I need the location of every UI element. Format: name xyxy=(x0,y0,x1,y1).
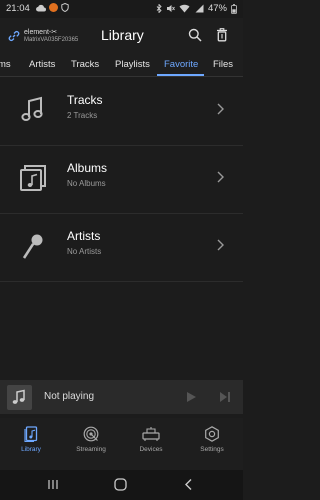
nav-label: Library xyxy=(21,446,41,453)
back-icon[interactable] xyxy=(184,478,193,491)
music-note-icon xyxy=(21,96,43,121)
library-icon xyxy=(24,426,38,442)
library-tabs: ms Artists Tracks Playlists Favorite Fil… xyxy=(0,54,243,77)
nav-devices[interactable]: Devices xyxy=(121,426,181,453)
app-notification-icon xyxy=(49,3,58,12)
nav-library[interactable]: Library xyxy=(1,426,61,453)
nav-label: Devices xyxy=(139,446,163,453)
active-tab-indicator xyxy=(157,74,204,76)
battery-icon xyxy=(231,3,237,14)
play-icon[interactable] xyxy=(186,391,197,403)
cloud-icon xyxy=(36,4,46,12)
app-header: element-✂ MatrixVA035F20365 Library xyxy=(0,18,243,54)
battery-percent: 47% xyxy=(207,3,227,14)
player-status: Not playing xyxy=(44,391,95,402)
device-name[interactable]: element-✂ xyxy=(24,28,57,36)
nav-label: Streaming xyxy=(76,446,106,453)
microphone-icon xyxy=(22,234,43,259)
chevron-right-icon xyxy=(217,171,224,183)
signal-icon xyxy=(195,4,204,13)
nav-label: Settings xyxy=(200,446,224,453)
tab-tracks[interactable]: Tracks xyxy=(71,59,99,70)
status-right: 47% xyxy=(156,3,237,14)
item-subtitle: 2 Tracks xyxy=(67,111,98,120)
album-icon xyxy=(20,165,46,191)
next-icon[interactable] xyxy=(219,391,231,403)
page-title: Library xyxy=(101,27,144,43)
tab-favorite[interactable]: Favorite xyxy=(164,59,198,70)
mini-player[interactable]: Not playing xyxy=(0,380,243,414)
item-title: Albums xyxy=(67,161,108,175)
item-title: Tracks xyxy=(67,93,103,107)
item-title: Artists xyxy=(67,229,101,243)
nav-streaming[interactable]: Streaming xyxy=(61,426,121,453)
bottom-navigation: Library Streaming Devices Settings xyxy=(0,418,243,470)
devices-icon xyxy=(142,427,160,441)
shield-icon xyxy=(61,3,69,12)
tab-albums[interactable]: ms xyxy=(0,59,11,70)
list-item-tracks[interactable]: Tracks 2 Tracks xyxy=(0,77,243,146)
chevron-right-icon xyxy=(217,103,224,115)
recent-apps-icon[interactable] xyxy=(47,479,59,490)
item-subtitle: No Albums xyxy=(67,179,106,188)
search-icon[interactable] xyxy=(188,28,202,42)
notification-icons xyxy=(36,3,69,12)
bluetooth-icon xyxy=(156,4,162,13)
streaming-icon xyxy=(83,426,99,442)
music-note-icon xyxy=(12,389,25,404)
wifi-icon xyxy=(179,4,190,13)
list-item-albums[interactable]: Albums No Albums xyxy=(0,145,243,214)
chevron-right-icon xyxy=(217,239,224,251)
tab-files[interactable]: Files xyxy=(213,59,233,70)
trash-icon[interactable] xyxy=(216,27,228,42)
system-navigation-bar xyxy=(0,470,243,500)
item-subtitle: No Artists xyxy=(67,247,102,256)
mute-icon xyxy=(166,5,175,12)
status-bar: 21:04 47% xyxy=(0,0,243,18)
nav-settings[interactable]: Settings xyxy=(182,426,242,453)
album-art xyxy=(7,385,32,410)
settings-icon xyxy=(205,426,219,442)
tab-artists[interactable]: Artists xyxy=(29,59,55,70)
status-time: 21:04 xyxy=(6,3,30,14)
device-serial: MatrixVA035F20365 xyxy=(24,37,79,43)
list-item-artists[interactable]: Artists No Artists xyxy=(0,213,243,282)
home-icon[interactable] xyxy=(114,478,127,491)
link-icon[interactable] xyxy=(8,30,20,42)
tab-playlists[interactable]: Playlists xyxy=(115,59,150,70)
